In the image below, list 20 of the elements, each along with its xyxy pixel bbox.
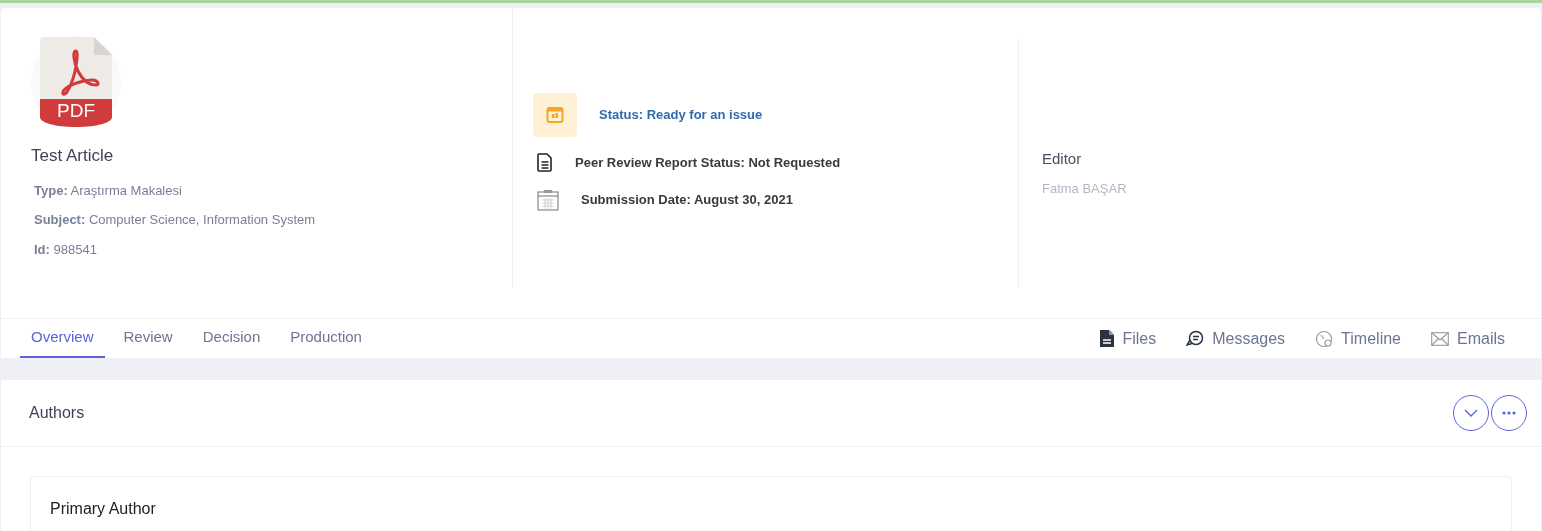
- article-title: Test Article: [31, 145, 115, 167]
- status-line: Peer Review Report Status: Not Requested: [575, 154, 841, 172]
- article-meta: Subject: Computer Science, Information System: [34, 211, 317, 229]
- tab[interactable]: Decision: [202, 319, 261, 358]
- toolbar-button[interactable]: Files: [1100, 326, 1157, 351]
- editor-label: Editor: [1042, 149, 1083, 169]
- status-line: Status: Ready for an issue: [599, 106, 763, 125]
- editor-name: Fatma BAŞAR: [1042, 179, 1128, 198]
- tab[interactable]: Production: [290, 319, 362, 358]
- status-line: Submission Date: August 30, 2021: [581, 190, 793, 209]
- panel-title: Authors: [29, 403, 85, 423]
- article-meta: Type: Araştırma Makalesi: [34, 181, 183, 200]
- file-type-label: PDF: [57, 101, 95, 120]
- tab[interactable]: Overview: [20, 319, 105, 358]
- tab[interactable]: Review: [123, 319, 173, 358]
- toolbar-button[interactable]: Messages: [1186, 326, 1286, 351]
- article-meta: Id: 988541: [34, 240, 98, 259]
- toolbar-button[interactable]: Emails: [1431, 326, 1505, 351]
- toolbar-button[interactable]: Timeline: [1315, 326, 1401, 351]
- card-heading: Primary Author: [50, 500, 156, 517]
